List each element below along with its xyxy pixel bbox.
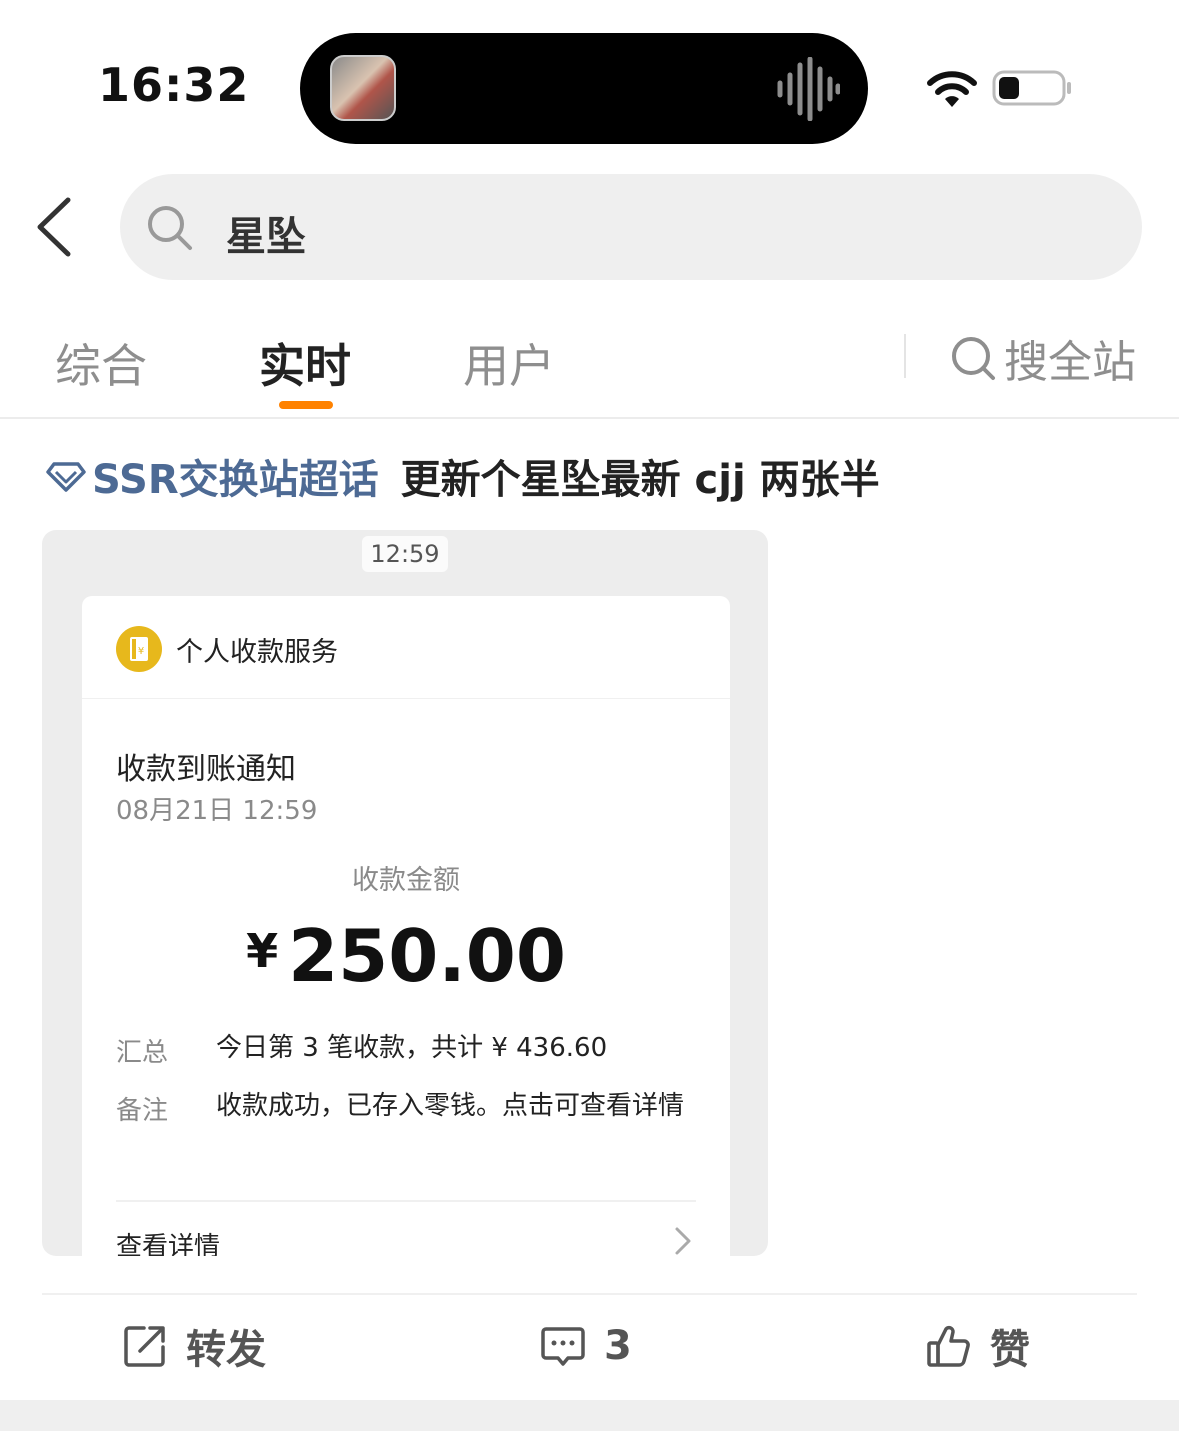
comment-count: 3 — [604, 1323, 632, 1369]
search-query[interactable]: 星坠 — [226, 204, 306, 262]
currency-symbol: ¥ — [246, 924, 279, 978]
next-post-divider — [0, 1400, 1179, 1431]
tab-users[interactable]: 用户 — [463, 330, 555, 396]
tab-comprehensive[interactable]: 综合 — [55, 330, 147, 396]
wifi-icon — [927, 71, 977, 107]
notice-date: 08月21日 12:59 — [116, 796, 318, 826]
battery-icon — [992, 70, 1071, 106]
repost-label: 转发 — [186, 1327, 266, 1373]
note-value: 收款成功，已存入零钱。点击可查看详情 — [216, 1091, 685, 1121]
amount-label: 收款金额 — [352, 865, 460, 896]
note-label: 备注 — [116, 1096, 169, 1126]
amount-value: 250.00 — [288, 914, 566, 998]
tab-divider — [904, 334, 906, 378]
chevron-right-icon — [675, 1227, 691, 1255]
status-time: 16:32 — [98, 58, 250, 112]
card-divider-bottom — [116, 1200, 696, 1202]
amount: ¥250.00 — [82, 914, 730, 998]
payment-card: ¥ 个人收款服务 收款到账通知 08月21日 12:59 收款金额 ¥250.0… — [82, 596, 730, 1256]
action-bar-divider — [42, 1293, 1137, 1295]
repost-button[interactable]: 转发 — [122, 1318, 266, 1374]
search-all-button[interactable]: 搜全站 — [950, 330, 1136, 388]
like-label: 赞 — [990, 1327, 1030, 1373]
search-all-icon — [952, 337, 995, 380]
comment-icon — [541, 1327, 585, 1366]
tab-realtime[interactable]: 实时 — [259, 330, 351, 396]
card-divider — [82, 698, 730, 699]
summary-value: 今日第 3 笔收款，共计 ¥ 436.60 — [216, 1033, 608, 1063]
like-button[interactable]: 赞 — [926, 1318, 1030, 1374]
notice-title: 收款到账通知 — [116, 752, 296, 787]
view-details-label: 查看详情 — [116, 1232, 221, 1256]
tabs-divider-line — [0, 417, 1179, 419]
topic-link[interactable]: SSR交换站超话 — [92, 447, 379, 505]
thumbs-up-icon — [927, 1325, 970, 1367]
diamond-icon — [46, 462, 86, 492]
dynamic-island[interactable] — [300, 33, 868, 144]
audio-waveform-icon — [777, 57, 840, 121]
back-icon[interactable] — [30, 196, 80, 258]
now-playing-artwork[interactable] — [330, 55, 396, 121]
repost-icon — [124, 1326, 165, 1367]
post-title: SSR交换站超话 更新个星坠最新 cjj 两张半 — [46, 448, 880, 504]
post-text: 更新个星坠最新 cjj 两张半 — [400, 457, 880, 503]
wallet-icon: ¥ — [116, 626, 162, 672]
search-icon — [148, 206, 192, 250]
comment-button[interactable]: 3 — [540, 1318, 632, 1374]
search-bar[interactable]: 星坠 — [120, 174, 1142, 280]
chat-timestamp: 12:59 — [362, 536, 448, 572]
search-all-label: 搜全站 — [1004, 337, 1136, 388]
service-name: 个人收款服务 — [176, 637, 338, 668]
post-image[interactable]: 12:59 ¥ 个人收款服务 收款到账通知 08月21日 12:59 收款金额 … — [42, 530, 768, 1256]
summary-label: 汇总 — [116, 1038, 169, 1068]
svg-text:¥: ¥ — [138, 646, 144, 657]
active-tab-indicator — [279, 401, 333, 409]
